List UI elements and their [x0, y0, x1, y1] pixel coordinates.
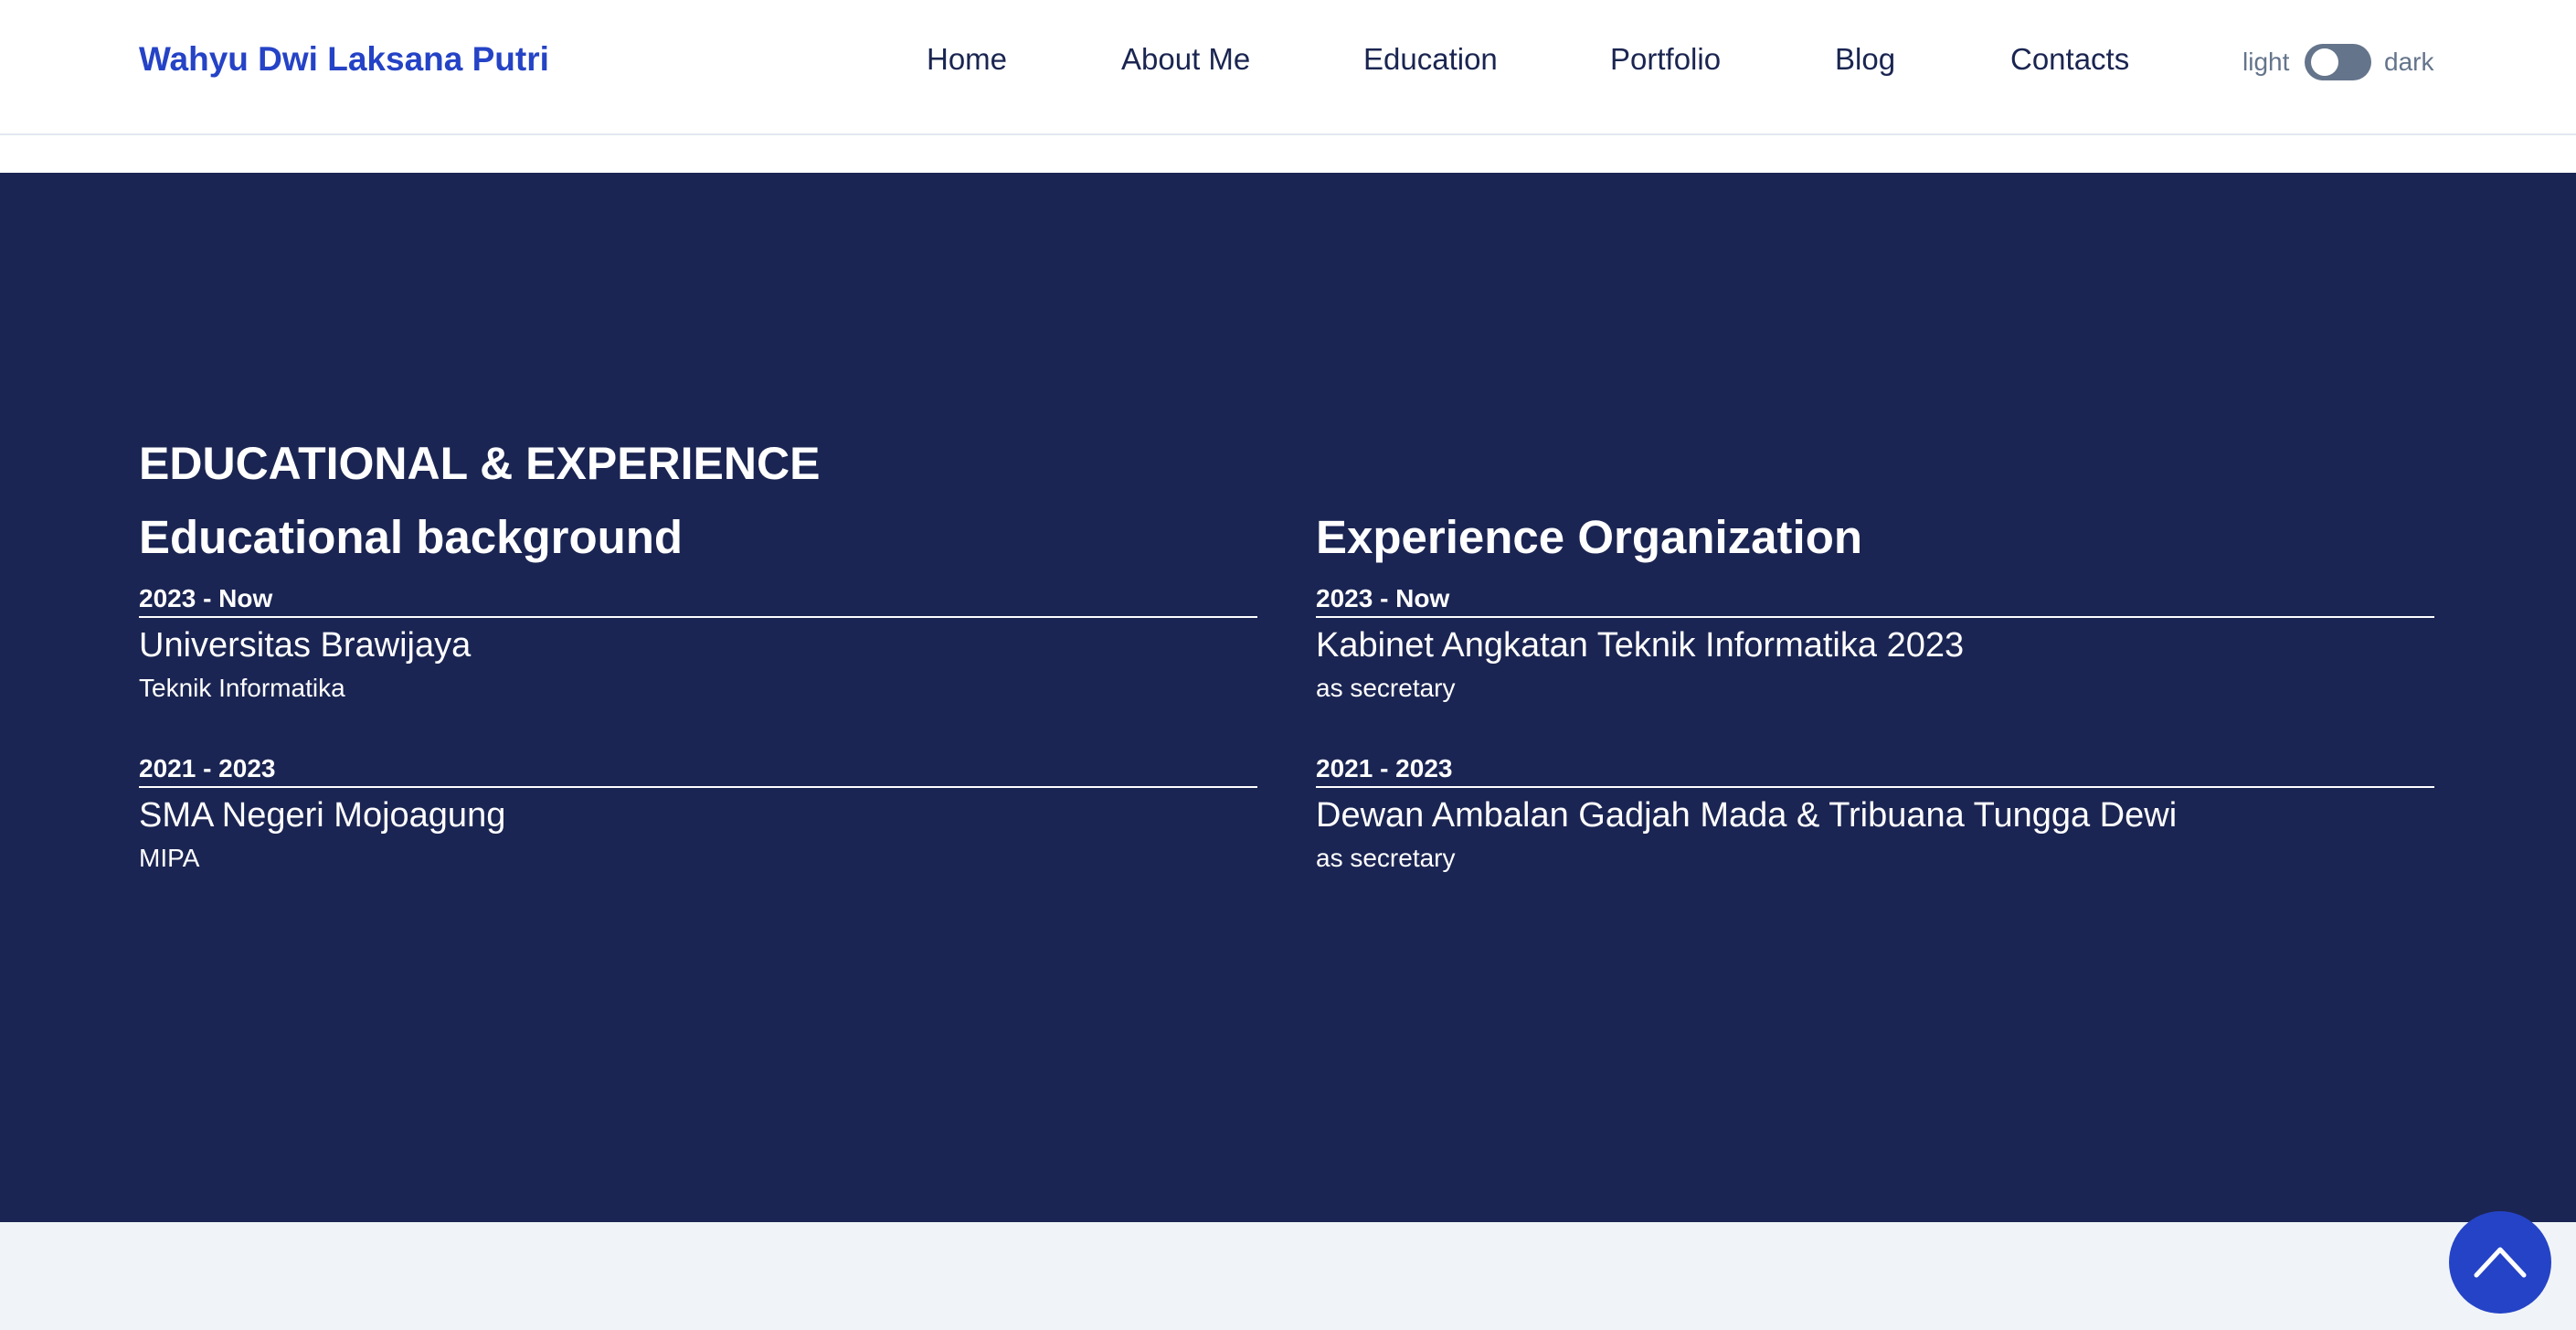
divider — [139, 616, 1257, 618]
nav-portfolio[interactable]: Portfolio — [1610, 42, 1721, 77]
experience-organization: Dewan Ambalan Gadjah Mada & Tribuana Tun… — [1316, 796, 2178, 835]
divider — [1316, 616, 2434, 618]
education-item: 2021 - 2023 SMA Negeri Mojoagung MIPA — [139, 753, 1257, 874]
navbar: Wahyu Dwi Laksana Putri Home About Me Ed… — [0, 0, 2576, 135]
chevron-up-icon — [2474, 1247, 2527, 1278]
brand-logo[interactable]: Wahyu Dwi Laksana Putri — [139, 40, 549, 79]
scroll-to-top-button[interactable] — [2449, 1211, 2551, 1314]
theme-light-label: light — [2242, 48, 2290, 76]
education-period: 2023 - Now — [139, 584, 273, 612]
experience-period: 2023 - Now — [1316, 584, 1450, 612]
nav-about-me[interactable]: About Me — [1121, 42, 1250, 77]
divider — [1316, 786, 2434, 788]
experience-organization: Kabinet Angkatan Teknik Informatika 2023 — [1316, 626, 1965, 665]
nav-education[interactable]: Education — [1363, 42, 1498, 77]
experience-period: 2021 - 2023 — [1316, 754, 1453, 782]
education-detail: Teknik Informatika — [139, 674, 345, 702]
experience-role: as secretary — [1316, 844, 1456, 872]
experience-heading: Experience Organization — [1316, 511, 1863, 563]
education-item: 2023 - Now Universitas Brawijaya Teknik … — [139, 583, 1257, 704]
toggle-knob — [2311, 48, 2338, 76]
theme-toggle[interactable] — [2305, 44, 2371, 80]
next-section — [0, 1222, 2576, 1330]
education-school: SMA Negeri Mojoagung — [139, 796, 506, 835]
section-title: EDUCATIONAL & EXPERIENCE — [139, 438, 821, 489]
divider — [139, 786, 1257, 788]
education-period: 2021 - 2023 — [139, 754, 276, 782]
education-school: Universitas Brawijaya — [139, 626, 472, 665]
experience-item: 2023 - Now Kabinet Angkatan Teknik Infor… — [1316, 583, 2434, 704]
nav-blog[interactable]: Blog — [1835, 42, 1895, 77]
nav-home[interactable]: Home — [927, 42, 1007, 77]
education-heading: Educational background — [139, 511, 684, 563]
theme-dark-label: dark — [2384, 48, 2434, 76]
experience-item: 2021 - 2023 Dewan Ambalan Gadjah Mada & … — [1316, 753, 2434, 874]
experience-role: as secretary — [1316, 674, 1456, 702]
education-detail: MIPA — [139, 844, 200, 872]
nav-contacts[interactable]: Contacts — [2010, 42, 2129, 77]
